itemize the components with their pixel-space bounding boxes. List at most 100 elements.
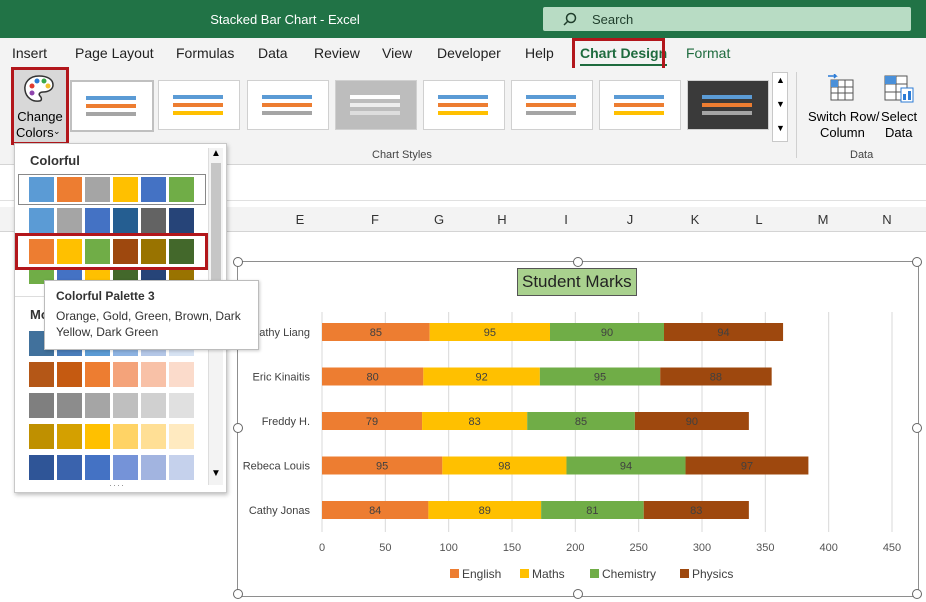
data-label: 90: [686, 416, 698, 428]
column-header[interactable]: J: [620, 212, 640, 227]
column-header[interactable]: N: [877, 212, 897, 227]
colorful-swatch[interactable]: [57, 177, 82, 202]
x-tick-label: 50: [379, 542, 391, 554]
mono-swatch[interactable]: [169, 455, 194, 480]
mono-swatch[interactable]: [169, 424, 194, 449]
mono-swatch[interactable]: [169, 393, 194, 418]
resize-handle[interactable]: [573, 589, 583, 599]
mono-swatch[interactable]: [57, 424, 82, 449]
scroll-thumb[interactable]: [211, 163, 221, 293]
search-box[interactable]: Search: [543, 7, 911, 31]
colorful-swatch[interactable]: [57, 208, 82, 233]
resize-handle[interactable]: [912, 589, 922, 599]
mono-swatch[interactable]: [141, 362, 166, 387]
palette-tooltip: Colorful Palette 3 Orange, Gold, Green, …: [44, 280, 259, 350]
chart-style-6[interactable]: [511, 80, 593, 130]
colorful-swatch[interactable]: [169, 208, 194, 233]
mono-swatch[interactable]: [113, 424, 138, 449]
tab-data[interactable]: Data: [258, 45, 288, 61]
mono-swatch[interactable]: [29, 362, 54, 387]
resize-handle[interactable]: [573, 257, 583, 267]
tab-formulas[interactable]: Formulas: [176, 45, 234, 61]
mono-swatch[interactable]: [113, 362, 138, 387]
data-label: 90: [601, 327, 613, 339]
resize-handle[interactable]: [912, 423, 922, 433]
data-label: 92: [475, 372, 487, 384]
colorful-swatch[interactable]: [85, 208, 110, 233]
mono-swatch[interactable]: [141, 424, 166, 449]
mono-swatch[interactable]: [57, 455, 82, 480]
tab-developer[interactable]: Developer: [437, 45, 501, 61]
styles-scrollbar[interactable]: ▲ ▼ ▼: [772, 72, 788, 142]
colorful-swatch[interactable]: [29, 208, 54, 233]
mono-swatch[interactable]: [141, 393, 166, 418]
group-divider: [796, 72, 797, 158]
chart-style-5[interactable]: [423, 80, 505, 130]
column-header[interactable]: I: [556, 212, 576, 227]
column-header[interactable]: F: [365, 212, 385, 227]
mono-swatch[interactable]: [113, 393, 138, 418]
select-data-button[interactable]: Select Data: [877, 70, 921, 142]
mono-swatch[interactable]: [113, 455, 138, 480]
data-label: 81: [586, 505, 598, 517]
legend-label[interactable]: Maths: [532, 567, 565, 581]
colorful-swatch[interactable]: [169, 177, 194, 202]
chart-style-3[interactable]: [247, 80, 329, 130]
resize-handle[interactable]: [233, 257, 243, 267]
scroll-down-icon[interactable]: ▼: [776, 99, 785, 109]
mono-swatch[interactable]: [29, 455, 54, 480]
mono-swatch[interactable]: [57, 362, 82, 387]
mono-swatch[interactable]: [57, 393, 82, 418]
tab-insert[interactable]: Insert: [12, 45, 47, 61]
chart-title-box[interactable]: Student Marks: [517, 268, 637, 296]
resize-handle[interactable]: [912, 257, 922, 267]
column-header[interactable]: G: [429, 212, 449, 227]
resize-handle[interactable]: [233, 423, 243, 433]
tab-help[interactable]: Help: [525, 45, 554, 61]
tab-page-layout[interactable]: Page Layout: [75, 45, 154, 61]
colorful-swatch[interactable]: [29, 177, 54, 202]
mono-swatch[interactable]: [85, 362, 110, 387]
colorful-swatch[interactable]: [141, 177, 166, 202]
chart-style-8[interactable]: [687, 80, 769, 130]
mono-swatch[interactable]: [29, 424, 54, 449]
tab-format[interactable]: Format: [686, 45, 730, 61]
column-header[interactable]: M: [813, 212, 833, 227]
colorful-swatch[interactable]: [141, 208, 166, 233]
scroll-down-icon[interactable]: ▼: [211, 468, 221, 479]
scroll-up-icon[interactable]: ▲: [211, 148, 221, 159]
legend-label[interactable]: English: [462, 567, 501, 581]
mono-swatch[interactable]: [85, 455, 110, 480]
mono-swatch[interactable]: [141, 455, 166, 480]
tab-view[interactable]: View: [382, 45, 412, 61]
chart-style-4[interactable]: [335, 80, 417, 130]
resize-handle[interactable]: [233, 589, 243, 599]
column-header[interactable]: H: [492, 212, 512, 227]
data-label: 94: [620, 461, 632, 473]
chart-area[interactable]: 0 50 100 150 200 250 300 350 400 450 Cathy Liang 85…: [233, 257, 922, 599]
chart-style-7[interactable]: [599, 80, 681, 130]
data-label: 80: [367, 372, 379, 384]
legend-swatch: [450, 569, 459, 578]
chart-style-1[interactable]: [70, 80, 154, 132]
chart-style-2[interactable]: [158, 80, 240, 130]
data-label: 83: [469, 416, 481, 428]
column-header[interactable]: K: [685, 212, 705, 227]
mono-swatch[interactable]: [29, 393, 54, 418]
switch-row-column-button[interactable]: Switch Row/ Column: [806, 70, 880, 142]
legend-label[interactable]: Chemistry: [602, 567, 656, 581]
resize-grip-icon[interactable]: ····: [109, 480, 125, 490]
colorful-swatch[interactable]: [113, 208, 138, 233]
column-header[interactable]: E: [290, 212, 310, 227]
mono-swatch[interactable]: [85, 424, 110, 449]
column-header[interactable]: L: [749, 212, 769, 227]
scroll-up-icon[interactable]: ▲: [776, 75, 785, 85]
tab-review[interactable]: Review: [314, 45, 360, 61]
more-icon[interactable]: ▼: [776, 123, 785, 133]
legend-label[interactable]: Physics: [692, 567, 733, 581]
colorful-swatch[interactable]: [113, 177, 138, 202]
mono-swatch[interactable]: [85, 393, 110, 418]
category-label: Eric Kinaitis: [253, 372, 311, 384]
mono-swatch[interactable]: [169, 362, 194, 387]
colorful-swatch[interactable]: [85, 177, 110, 202]
